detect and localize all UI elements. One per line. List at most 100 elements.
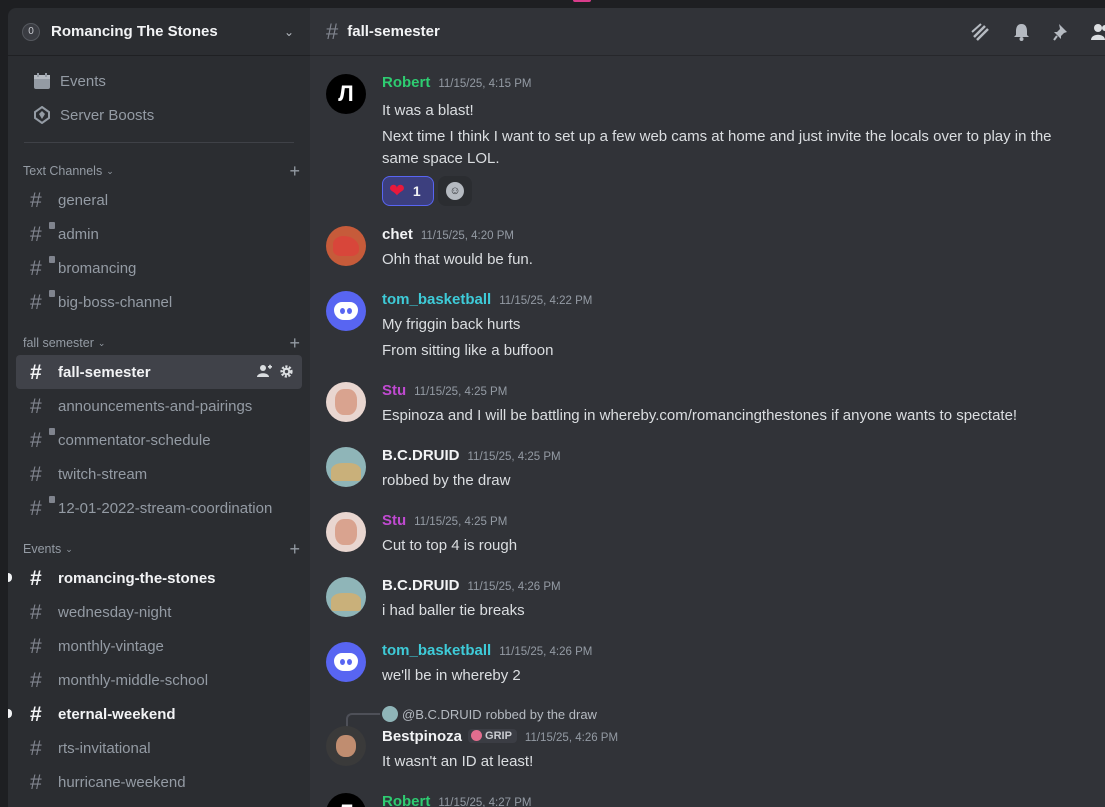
message-author[interactable]: Stu bbox=[382, 512, 406, 529]
gear-icon[interactable] bbox=[278, 363, 294, 379]
message-timestamp: 11/15/25, 4:20 PM bbox=[420, 230, 514, 242]
message-author[interactable]: B.C.DRUID bbox=[382, 577, 460, 594]
add-channel-icon[interactable]: + bbox=[289, 334, 300, 352]
message-author[interactable]: tom_basketball bbox=[382, 291, 491, 308]
message-author[interactable]: Robert bbox=[382, 74, 430, 91]
channel-commentator-schedule[interactable]: # commentator-schedule bbox=[16, 423, 302, 457]
hash-icon: # bbox=[30, 702, 42, 726]
avatar[interactable] bbox=[326, 291, 366, 331]
discord-logo-icon bbox=[334, 302, 358, 320]
channel-wednesday-night[interactable]: # wednesday-night bbox=[16, 595, 302, 629]
category-fall-semester[interactable]: fall semester ⌄ + bbox=[8, 331, 310, 355]
message-timestamp: 11/15/25, 4:26 PM bbox=[524, 732, 619, 744]
reply-connector bbox=[346, 713, 380, 727]
message-timestamp: 11/15/25, 4:25 PM bbox=[467, 451, 561, 463]
message-author[interactable]: Stu bbox=[382, 382, 406, 399]
hash-icon: # bbox=[30, 634, 42, 658]
category-text-channels[interactable]: Text Channels ⌄ + bbox=[8, 159, 310, 183]
hash-icon: # bbox=[30, 394, 42, 418]
avatar[interactable] bbox=[326, 226, 366, 266]
discord-logo-icon bbox=[334, 653, 358, 671]
sidebar-divider bbox=[24, 142, 294, 143]
channel-admin[interactable]: # admin bbox=[16, 217, 302, 251]
message-author[interactable]: B.C.DRUID bbox=[382, 447, 460, 464]
add-channel-icon[interactable]: + bbox=[289, 162, 300, 180]
channel-romancing-the-stones[interactable]: # romancing-the-stones bbox=[8, 561, 302, 595]
reaction-heart[interactable]: ❤ 1 bbox=[382, 176, 434, 206]
add-reaction-button[interactable]: ☺ bbox=[438, 176, 472, 206]
sidebar-item-label: Server Boosts bbox=[60, 106, 155, 124]
invite-icon[interactable] bbox=[256, 363, 272, 379]
reply-mention: @B.C.DRUID bbox=[402, 706, 482, 722]
hash-icon: # bbox=[30, 736, 42, 760]
avatar[interactable]: Л bbox=[326, 74, 366, 114]
channel-rts-invitational[interactable]: # rts-invitational bbox=[16, 731, 302, 765]
member-list-icon[interactable] bbox=[1091, 22, 1105, 42]
add-channel-icon[interactable]: + bbox=[289, 540, 300, 558]
channel-announcements-and-pairings[interactable]: # announcements-and-pairings bbox=[16, 389, 302, 423]
avatar[interactable] bbox=[326, 726, 366, 766]
message-timestamp: 11/15/25, 4:27 PM bbox=[438, 797, 532, 807]
channel-12-01-2022-stream-coordination[interactable]: #12-01-2022-stream-coordination bbox=[16, 491, 302, 525]
channel-title: fall-semester bbox=[347, 23, 440, 40]
guild-tag[interactable]: GRIP bbox=[468, 728, 517, 743]
message-author[interactable]: tom_basketball bbox=[382, 642, 491, 659]
hash-icon: # bbox=[30, 462, 42, 486]
hash-icon: # bbox=[30, 188, 42, 212]
chevron-down-icon[interactable]: ⌄ bbox=[284, 25, 294, 39]
avatar[interactable]: Л bbox=[326, 793, 366, 807]
avatar[interactable] bbox=[326, 382, 366, 422]
category-label: Text Channels bbox=[23, 164, 103, 178]
channel-general[interactable]: # general bbox=[16, 183, 302, 217]
server-header[interactable]: 0 Romancing The Stones ⌄ bbox=[8, 8, 310, 56]
message-text: From sitting like a buffoon bbox=[382, 342, 554, 359]
message-author[interactable]: Bestpinoza bbox=[382, 728, 462, 745]
reply-preview[interactable]: @B.C.DRUID robbed by the draw bbox=[382, 706, 597, 722]
hash-icon: # bbox=[30, 600, 42, 624]
message-timestamp: 11/15/25, 4:25 PM bbox=[414, 386, 508, 398]
chevron-down-icon: ⌄ bbox=[65, 543, 73, 554]
locked-hash-icon: # bbox=[30, 221, 55, 245]
pin-icon[interactable] bbox=[1051, 22, 1071, 42]
avatar[interactable] bbox=[326, 447, 366, 487]
message-timestamp: 11/15/25, 4:15 PM bbox=[438, 78, 532, 90]
chevron-down-icon: ⌄ bbox=[97, 337, 106, 348]
category-label: fall semester bbox=[23, 336, 94, 350]
sidebar-item-label: Events bbox=[60, 72, 106, 90]
sidebar-item-events[interactable]: Events bbox=[16, 64, 302, 98]
hash-icon: # bbox=[326, 18, 339, 44]
skull-icon bbox=[471, 730, 483, 741]
top-indicator bbox=[573, 0, 591, 2]
heart-icon: ❤ bbox=[389, 180, 405, 202]
channel-hurricane-weekend[interactable]: # hurricane-weekend bbox=[16, 765, 302, 799]
channel-twitch-stream[interactable]: # twitch-stream bbox=[16, 457, 302, 491]
channel-monthly-vintage[interactable]: # monthly-vintage bbox=[16, 629, 302, 663]
message-timestamp: 11/15/25, 4:25 PM bbox=[414, 516, 508, 528]
calendar-icon bbox=[32, 71, 52, 91]
reaction-count: 1 bbox=[412, 183, 421, 199]
message-timestamp: 11/15/25, 4:26 PM bbox=[467, 581, 561, 593]
locked-hash-icon: # bbox=[30, 289, 55, 313]
hash-icon: # bbox=[30, 566, 42, 590]
category-events[interactable]: Events ⌄ + bbox=[8, 537, 310, 561]
unread-indicator bbox=[8, 573, 12, 582]
channel-big-boss-channel[interactable]: # big-boss-channel bbox=[16, 285, 302, 319]
message-text: My friggin back hurts bbox=[382, 316, 521, 333]
channel-monthly-middle-school[interactable]: # monthly-middle-school bbox=[16, 663, 302, 697]
channel-fall-semester[interactable]: # fall-semester bbox=[16, 355, 302, 389]
channel-eternal-weekend[interactable]: # eternal-weekend bbox=[8, 697, 302, 731]
message-text: i had baller tie breaks bbox=[382, 602, 525, 619]
message-text: Ohh that would be fun. bbox=[382, 251, 533, 268]
avatar[interactable] bbox=[326, 577, 366, 617]
message-author[interactable]: chet bbox=[382, 226, 413, 243]
threads-icon[interactable] bbox=[971, 22, 991, 42]
channel-bromancing[interactable]: # bromancing bbox=[16, 251, 302, 285]
avatar bbox=[382, 706, 398, 722]
avatar[interactable] bbox=[326, 512, 366, 552]
message-timestamp: 11/15/25, 4:26 PM bbox=[499, 646, 593, 658]
message-text: Next time I think I want to set up a few… bbox=[382, 128, 1052, 145]
bell-icon[interactable] bbox=[1011, 22, 1031, 42]
avatar[interactable] bbox=[326, 642, 366, 682]
sidebar-item-server-boosts[interactable]: Server Boosts bbox=[16, 98, 302, 132]
message-author[interactable]: Robert bbox=[382, 793, 430, 807]
